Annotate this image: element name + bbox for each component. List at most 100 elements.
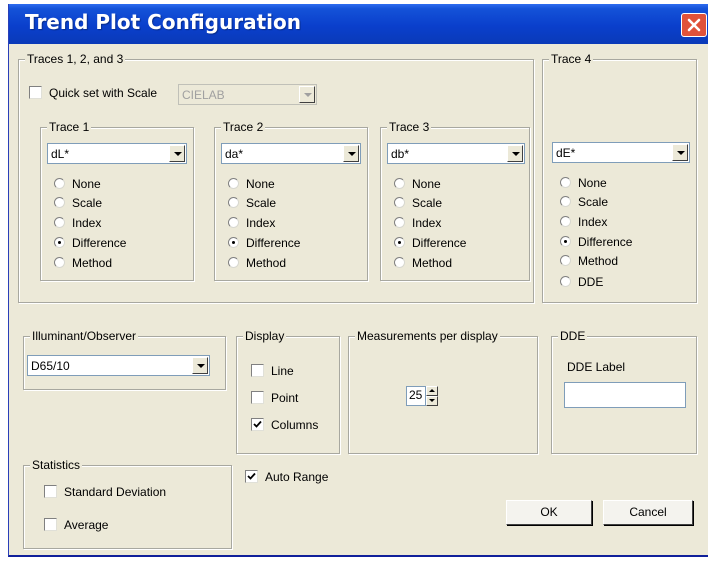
- radio-dot-selected[interactable]: [228, 237, 239, 248]
- radio-label: Scale: [412, 196, 443, 210]
- radio-dot[interactable]: [54, 257, 65, 268]
- radio-dot[interactable]: [560, 177, 571, 188]
- display-group: Display Line Point Columns: [236, 329, 340, 454]
- trace3-label: Trace 3: [387, 120, 432, 134]
- radio-dot[interactable]: [54, 197, 65, 208]
- radio-dot-selected[interactable]: [394, 237, 405, 248]
- close-icon: [687, 18, 701, 32]
- trace2-select[interactable]: da*: [221, 143, 361, 164]
- radio-label: Method: [578, 254, 619, 268]
- display-point-checkbox[interactable]: Point: [251, 391, 331, 405]
- radio-dot[interactable]: [228, 257, 239, 268]
- chevron-down-icon[interactable]: [343, 145, 359, 162]
- auto-range-checkbox[interactable]: Auto Range: [245, 470, 335, 484]
- trace4-group: Trace 4 dE* None Scale Index Difference …: [542, 52, 697, 303]
- checkbox-box-checked[interactable]: [245, 470, 258, 483]
- radio-dot[interactable]: [228, 197, 239, 208]
- scale-select: CIELAB: [178, 84, 317, 105]
- trace1-label: Trace 1: [47, 120, 92, 134]
- display-label: Display: [243, 329, 287, 343]
- radio-dot[interactable]: [560, 216, 571, 227]
- radio-label: Method: [412, 256, 453, 270]
- radio-label: Index: [578, 215, 608, 229]
- auto-range-label: Auto Range: [265, 470, 329, 484]
- checkbox-box[interactable]: [251, 391, 264, 404]
- trace1-group: Trace 1 dL* None Scale Index Difference …: [40, 120, 194, 281]
- trace3-select[interactable]: db*: [387, 143, 525, 164]
- illuminant-group: Illuminant/Observer D65/10: [23, 329, 226, 390]
- dde-label: DDE: [558, 329, 588, 343]
- window-title: Trend Plot Configuration: [25, 10, 301, 34]
- statistics-group: Statistics Standard Deviation Average: [23, 458, 232, 549]
- checkbox-box[interactable]: [44, 518, 57, 531]
- radio-dot[interactable]: [394, 257, 405, 268]
- radio-dot[interactable]: [394, 178, 405, 189]
- radio-dot[interactable]: [560, 255, 571, 266]
- cancel-button[interactable]: Cancel: [603, 500, 693, 525]
- average-checkbox[interactable]: Average: [44, 518, 144, 532]
- radio-dot[interactable]: [54, 178, 65, 189]
- standard-deviation-checkbox[interactable]: Standard Deviation: [44, 485, 204, 499]
- quick-set-box[interactable]: [29, 86, 42, 99]
- radio-label: None: [246, 177, 275, 191]
- statistics-label: Statistics: [30, 458, 83, 472]
- radio-label: Difference: [578, 235, 633, 249]
- measurements-label: Measurements per display: [355, 329, 500, 343]
- radio-label: Index: [72, 216, 102, 230]
- chevron-down-icon[interactable]: [192, 357, 208, 374]
- spin-down-icon[interactable]: [426, 396, 438, 406]
- measurements-input[interactable]: 25: [406, 386, 426, 406]
- title-bar[interactable]: Trend Plot Configuration: [9, 4, 708, 44]
- radio-dot[interactable]: [54, 217, 65, 228]
- checkbox-box[interactable]: [251, 364, 264, 377]
- radio-dot[interactable]: [228, 217, 239, 228]
- radio-dot[interactable]: [560, 276, 571, 287]
- checkbox-label: Average: [64, 518, 109, 532]
- illuminant-select[interactable]: D65/10: [27, 355, 210, 376]
- spin-up-icon[interactable]: [426, 386, 438, 396]
- illuminant-label: Illuminant/Observer: [30, 329, 139, 343]
- trace4-select[interactable]: dE*: [552, 142, 690, 163]
- radio-label: None: [412, 177, 441, 191]
- checkbox-label: Columns: [271, 418, 319, 432]
- radio-dot-selected[interactable]: [560, 236, 571, 247]
- dde-field-label: DDE Label: [567, 360, 626, 374]
- traces-group-label: Traces 1, 2, and 3: [25, 52, 126, 66]
- radio-dot[interactable]: [394, 197, 405, 208]
- trace2-group: Trace 2 da* None Scale Index Difference …: [214, 120, 368, 281]
- chevron-down-icon[interactable]: [169, 145, 185, 162]
- radio-label: Difference: [412, 236, 467, 250]
- checkmark-icon: [253, 420, 262, 428]
- checkbox-box[interactable]: [44, 485, 57, 498]
- radio-label: DDE: [578, 275, 604, 289]
- checkbox-box-checked[interactable]: [251, 418, 264, 431]
- measurements-group: Measurements per display 25: [348, 329, 538, 454]
- radio-label: Scale: [246, 196, 277, 210]
- quick-set-checkbox[interactable]: Quick set with Scale: [29, 86, 169, 100]
- radio-label: Difference: [72, 236, 127, 250]
- measurements-spinner[interactable]: [426, 386, 438, 406]
- radio-dot[interactable]: [228, 178, 239, 189]
- trace2-label: Trace 2: [221, 120, 266, 134]
- radio-dot[interactable]: [560, 196, 571, 207]
- trace3-group: Trace 3 db* None Scale Index Difference …: [380, 120, 530, 281]
- display-columns-checkbox[interactable]: Columns: [251, 418, 337, 432]
- radio-dot-selected[interactable]: [54, 237, 65, 248]
- radio-label: Method: [72, 256, 113, 270]
- scale-select-arrow-icon: [299, 86, 315, 103]
- close-button[interactable]: [681, 13, 707, 37]
- radio-label: None: [578, 176, 607, 190]
- chevron-down-icon[interactable]: [507, 145, 523, 162]
- dde-label-input[interactable]: [564, 382, 686, 408]
- chevron-down-icon[interactable]: [672, 144, 688, 161]
- checkbox-label: Standard Deviation: [64, 485, 167, 499]
- ok-button[interactable]: OK: [506, 500, 592, 525]
- radio-dot[interactable]: [394, 217, 405, 228]
- trace1-select[interactable]: dL*: [47, 143, 187, 164]
- display-line-checkbox[interactable]: Line: [251, 364, 331, 378]
- radio-label: Index: [412, 216, 442, 230]
- scale-select-value: CIELAB: [182, 88, 225, 102]
- trace3-select-value: db*: [391, 147, 410, 161]
- quick-set-label: Quick set with Scale: [49, 86, 158, 100]
- dde-group: DDE DDE Label: [551, 329, 697, 454]
